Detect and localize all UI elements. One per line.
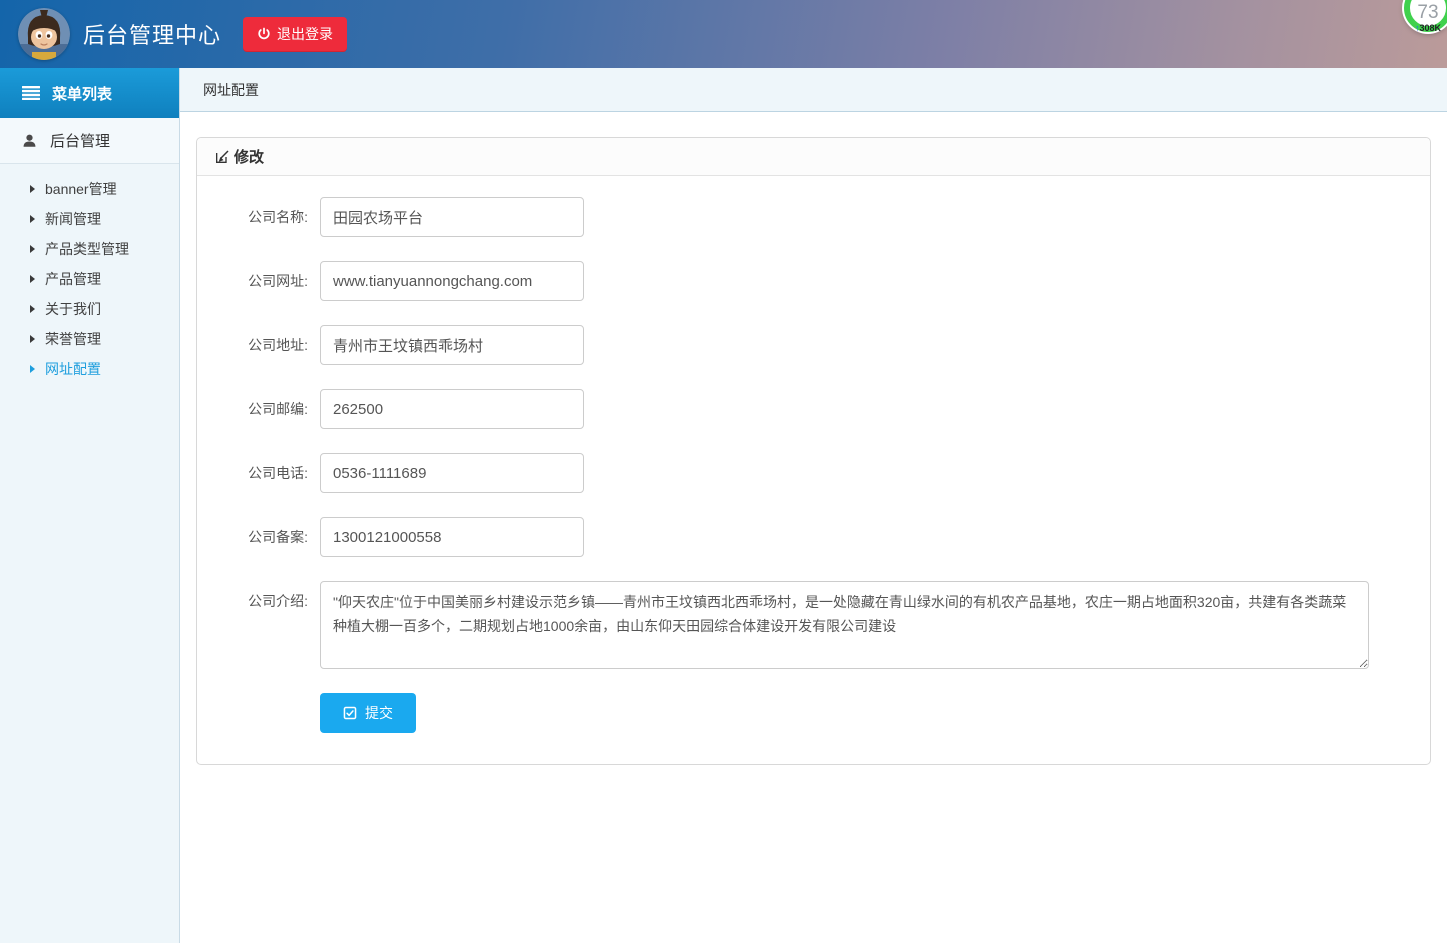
caret-right-icon [30,275,35,283]
edit-panel: 修改 公司名称: 公司网址: 公司地址: [196,137,1431,765]
form-row-company-phone: 公司电话: [197,453,1430,493]
menu-item-label: banner管理 [45,179,117,199]
menu-item-label: 新闻管理 [45,209,101,229]
content-area: 修改 公司名称: 公司网址: 公司地址: [180,112,1447,943]
sidebar-section-label: 后台管理 [50,130,110,151]
body-wrap: 菜单列表 后台管理 banner管理 新闻管理 [0,68,1447,943]
page: 后台管理中心 退出登录 73 ↑308K 菜单列表 [0,0,1447,943]
form-row-company-zip: 公司邮编: [197,389,1430,429]
company-address-input[interactable] [320,325,584,365]
company-name-input[interactable] [320,197,584,237]
sidebar-menu: banner管理 新闻管理 产品类型管理 产品管理 关于我们 [0,164,179,384]
upload-speed-value: 308K [1419,23,1441,33]
form-row-company-icp: 公司备案: [197,517,1430,557]
power-icon [257,27,271,41]
avatar [18,8,70,60]
tab-bar: 网址配置 [180,68,1447,112]
company-icp-input[interactable] [320,517,584,557]
sidebar-menu-header: 菜单列表 [0,68,179,118]
sidebar-item-site-config[interactable]: 网址配置 [0,354,179,384]
check-square-icon [343,706,357,720]
menu-item-label: 产品类型管理 [45,239,129,259]
company-address-label: 公司地址: [197,325,320,365]
company-url-input[interactable] [320,261,584,301]
company-phone-input[interactable] [320,453,584,493]
form-row-company-intro: 公司介绍: [197,581,1430,669]
company-intro-label: 公司介绍: [197,581,320,669]
form-row-company-name: 公司名称: [197,197,1430,237]
company-phone-label: 公司电话: [197,453,320,493]
panel-header: 修改 [197,138,1430,176]
menu-item-label: 关于我们 [45,299,101,319]
main-area: 网址配置 修改 公司名称: [180,68,1447,943]
sidebar-item-about[interactable]: 关于我们 [0,294,179,324]
top-header: 后台管理中心 退出登录 73 ↑308K [0,0,1447,68]
company-zip-input[interactable] [320,389,584,429]
list-icon [22,86,40,100]
caret-right-icon [30,185,35,193]
user-icon [22,133,37,148]
company-name-label: 公司名称: [197,197,320,237]
sidebar-item-news[interactable]: 新闻管理 [0,204,179,234]
sidebar-item-product-type[interactable]: 产品类型管理 [0,234,179,264]
network-speed-value: 73 [1417,3,1438,22]
menu-item-label: 荣誉管理 [45,329,101,349]
caret-right-icon [30,215,35,223]
panel-body: 公司名称: 公司网址: 公司地址: 公司邮编: [197,176,1430,733]
sidebar: 菜单列表 后台管理 banner管理 新闻管理 [0,68,180,943]
avatar-illustration [18,8,70,60]
menu-item-label: 网址配置 [45,359,101,379]
submit-label: 提交 [365,703,393,723]
edit-icon [214,149,230,165]
form-row-company-address: 公司地址: [197,325,1430,365]
sidebar-item-product[interactable]: 产品管理 [0,264,179,294]
caret-right-icon [30,365,35,373]
form-row-company-url: 公司网址: [197,261,1430,301]
sidebar-item-banner[interactable]: banner管理 [0,174,179,204]
menu-item-label: 产品管理 [45,269,101,289]
caret-right-icon [30,305,35,313]
submit-button[interactable]: 提交 [320,693,416,733]
tab-site-config[interactable]: 网址配置 [203,80,259,100]
company-url-label: 公司网址: [197,261,320,301]
logout-label: 退出登录 [277,24,333,44]
logout-button[interactable]: 退出登录 [243,17,347,52]
upload-speed: ↑308K [1415,23,1441,33]
company-zip-label: 公司邮编: [197,389,320,429]
sidebar-item-honor[interactable]: 荣誉管理 [0,324,179,354]
network-speed-widget[interactable]: 73 ↑308K [1404,0,1447,32]
panel-title: 修改 [234,146,264,167]
caret-right-icon [30,335,35,343]
company-intro-textarea[interactable] [320,581,1369,669]
company-icp-label: 公司备案: [197,517,320,557]
sidebar-menu-header-label: 菜单列表 [52,83,112,104]
page-title: 后台管理中心 [83,18,221,50]
caret-right-icon [30,245,35,253]
sidebar-section-admin[interactable]: 后台管理 [0,118,179,164]
